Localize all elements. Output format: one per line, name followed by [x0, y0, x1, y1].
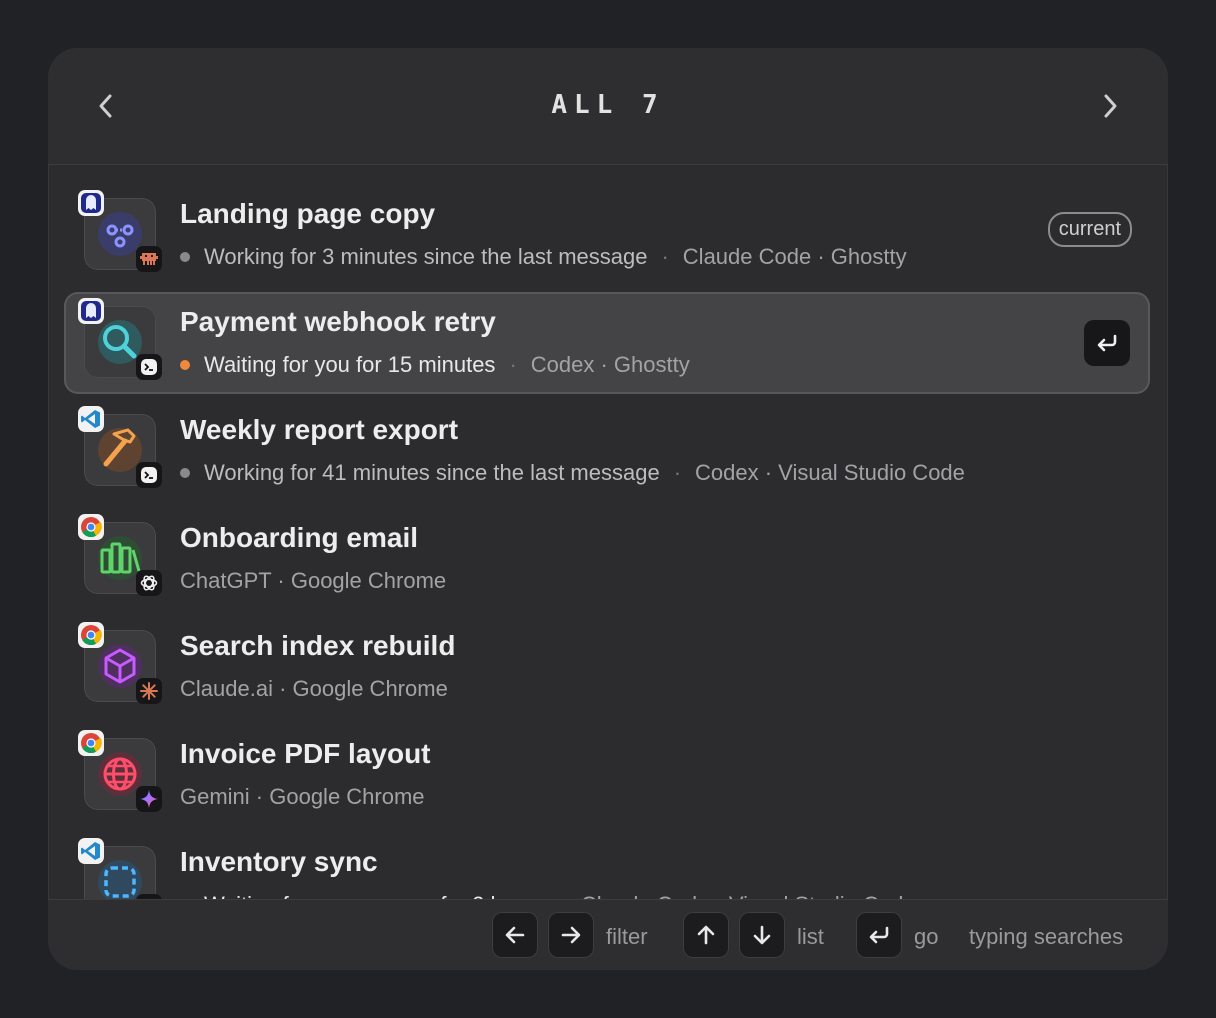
arrow-left-icon: [505, 926, 525, 944]
codex-icon: [136, 354, 162, 380]
key-left[interactable]: [492, 912, 538, 958]
session-subtitle: Gemini · Google Chrome: [180, 784, 425, 810]
session-subtitle: Waiting for you for 15 minutes · Codex ·…: [180, 352, 690, 378]
status-dot: [180, 360, 190, 370]
typing-hint-label: typing searches: [969, 924, 1124, 949]
key-right[interactable]: [548, 912, 594, 958]
session-row[interactable]: Landing page copy Working for 3 minutes …: [64, 184, 1150, 286]
session-source: Codex · Ghostty: [530, 352, 690, 377]
key-return[interactable]: [856, 912, 902, 958]
return-icon: [1097, 334, 1117, 352]
chrome-icon: [78, 514, 104, 540]
status-dot: [180, 252, 190, 262]
session-title: Weekly report export: [180, 414, 459, 445]
next-filter-button[interactable]: [1090, 86, 1130, 126]
session-switcher-panel: ALL 7 Landing page copy Working for 3 mi…: [48, 48, 1168, 970]
gemini-icon: [136, 786, 162, 812]
arrow-down-icon: [753, 925, 771, 945]
open-session-button[interactable]: [1084, 320, 1130, 366]
vscode-icon: [78, 406, 104, 432]
chrome-icon: [78, 730, 104, 756]
session-row[interactable]: Onboarding email ChatGPT · Google Chrome: [64, 508, 1150, 610]
session-title: Payment webhook retry: [180, 306, 496, 337]
session-source: ChatGPT · Google Chrome: [180, 568, 447, 593]
key-up[interactable]: [683, 912, 729, 958]
session-row[interactable]: Invoice PDF layout Gemini · Google Chrom…: [64, 724, 1150, 826]
session-title: Invoice PDF layout: [180, 738, 431, 769]
status-dot: [180, 468, 190, 478]
session-subtitle: Working for 41 minutes since the last me…: [180, 460, 965, 486]
go-hint-label: go: [914, 924, 939, 949]
session-status: Waiting for you for 15 minutes: [204, 352, 496, 377]
keyboard-hints-footer: filter list go typing searches: [48, 899, 1168, 970]
filter-hint-label: filter: [606, 924, 648, 949]
session-subtitle: Claude.ai · Google Chrome: [180, 676, 448, 702]
session-row[interactable]: Inventory sync Waiting for your answer f…: [64, 832, 1150, 900]
session-list: Landing page copy Working for 3 minutes …: [48, 184, 1168, 900]
session-title: Landing page copy: [180, 198, 436, 229]
page-title: ALL 7: [551, 90, 665, 120]
return-icon: [869, 926, 889, 944]
chrome-icon: [78, 622, 104, 648]
claude-code-icon: [136, 246, 162, 272]
arrow-right-icon: [561, 926, 581, 944]
vscode-icon: [78, 838, 104, 864]
list-hint-label: list: [797, 924, 824, 949]
session-source: Claude.ai · Google Chrome: [180, 676, 448, 701]
session-row[interactable]: Weekly report export Working for 41 minu…: [64, 400, 1150, 502]
session-title: Search index rebuild: [180, 630, 456, 661]
claude-icon: [136, 678, 162, 704]
chatgpt-icon: [136, 570, 162, 596]
session-row[interactable]: Search index rebuild Claude.ai · Google …: [64, 616, 1150, 718]
session-subtitle: ChatGPT · Google Chrome: [180, 568, 446, 594]
separator: ·: [661, 244, 669, 269]
key-down[interactable]: [739, 912, 785, 958]
ghostty-icon: [78, 298, 104, 324]
session-source: Gemini · Google Chrome: [180, 784, 425, 809]
session-title: Inventory sync: [180, 846, 378, 877]
chevron-right-icon: [1104, 94, 1117, 118]
session-title: Onboarding email: [180, 522, 419, 553]
session-status: Working for 41 minutes since the last me…: [204, 460, 660, 485]
codex-icon: [136, 462, 162, 488]
session-row-selected[interactable]: Payment webhook retry Waiting for you fo…: [64, 292, 1150, 394]
separator: ·: [673, 460, 682, 485]
ghostty-icon: [78, 190, 104, 216]
session-status: Working for 3 minutes since the last mes…: [204, 244, 648, 269]
session-source: Codex · Visual Studio Code: [695, 460, 965, 485]
session-subtitle: Working for 3 minutes since the last mes…: [180, 244, 907, 270]
current-badge: current: [1047, 212, 1132, 247]
separator: ·: [509, 352, 517, 377]
arrow-up-icon: [697, 925, 715, 945]
header: ALL 7: [48, 48, 1168, 165]
session-source: Claude Code · Ghostty: [682, 244, 907, 269]
